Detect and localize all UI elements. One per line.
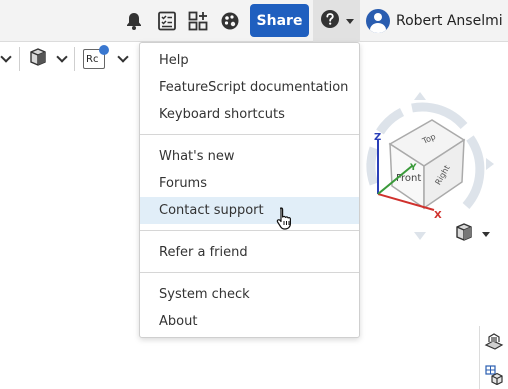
- notification-badge-icon: [99, 45, 109, 55]
- help-dropdown-menu: Help FeatureScript documentation Keyboar…: [139, 42, 360, 338]
- cube-front-label: Front: [396, 173, 421, 184]
- menu-divider: [140, 272, 359, 273]
- units-indicator: Rc: [83, 45, 109, 69]
- menu-item-keyboard-shortcuts[interactable]: Keyboard shortcuts: [140, 101, 359, 128]
- units-dropdown[interactable]: Rc: [83, 45, 129, 70]
- menu-item-refer-a-friend[interactable]: Refer a friend: [140, 239, 359, 266]
- menu-item-featurescript-documentation[interactable]: FeatureScript documentation: [140, 74, 359, 101]
- menu-item-system-check[interactable]: System check: [140, 281, 359, 308]
- toolbar-divider: [74, 47, 75, 71]
- menu-item-whats-new[interactable]: What's new: [140, 143, 359, 170]
- axis-z-label: Z: [374, 132, 381, 143]
- menu-divider: [140, 134, 359, 135]
- chevron-down-icon: [482, 231, 490, 237]
- user-avatar: [366, 9, 390, 33]
- menu-item-contact-support[interactable]: Contact support: [140, 197, 359, 224]
- bom-panel-button[interactable]: [480, 362, 508, 389]
- menu-divider: [140, 230, 359, 231]
- menu-item-forums[interactable]: Forums: [140, 170, 359, 197]
- hand-pointer-icon: [276, 206, 294, 230]
- display-mode-dropdown[interactable]: [28, 47, 68, 71]
- menu-item-about[interactable]: About: [140, 308, 359, 335]
- render-mode-icon: [28, 47, 48, 71]
- app-store-icon[interactable]: [187, 10, 209, 32]
- help-menu-button[interactable]: [313, 0, 360, 42]
- task-list-icon[interactable]: [156, 10, 178, 32]
- menu-item-help[interactable]: Help: [140, 47, 359, 74]
- chevron-down-icon: [345, 18, 354, 24]
- help-icon: [320, 9, 340, 33]
- user-menu[interactable]: Robert Anselmi: [366, 9, 508, 33]
- table-cube-icon: [483, 363, 505, 389]
- view-cube-menu-button[interactable]: [454, 222, 490, 246]
- toolbar-dropdown[interactable]: [0, 48, 12, 70]
- learning-center-icon[interactable]: [219, 10, 241, 32]
- toolbar-divider: [19, 47, 20, 71]
- axis-x-label: X: [434, 210, 442, 221]
- share-button[interactable]: Share: [250, 4, 309, 37]
- chevron-down-icon: [56, 51, 68, 63]
- units-label: Rc: [86, 53, 99, 65]
- top-bar: Share Robert Anselmi: [0, 0, 508, 42]
- appearance-panel-button[interactable]: [480, 330, 508, 358]
- appearance-icon: [483, 331, 505, 357]
- user-name: Robert Anselmi: [396, 13, 503, 29]
- chevron-down-icon: [0, 51, 12, 63]
- axis-y-label: Y: [409, 163, 417, 173]
- cube-icon: [454, 222, 474, 246]
- bell-icon[interactable]: [123, 10, 145, 32]
- chevron-down-icon: [117, 51, 129, 63]
